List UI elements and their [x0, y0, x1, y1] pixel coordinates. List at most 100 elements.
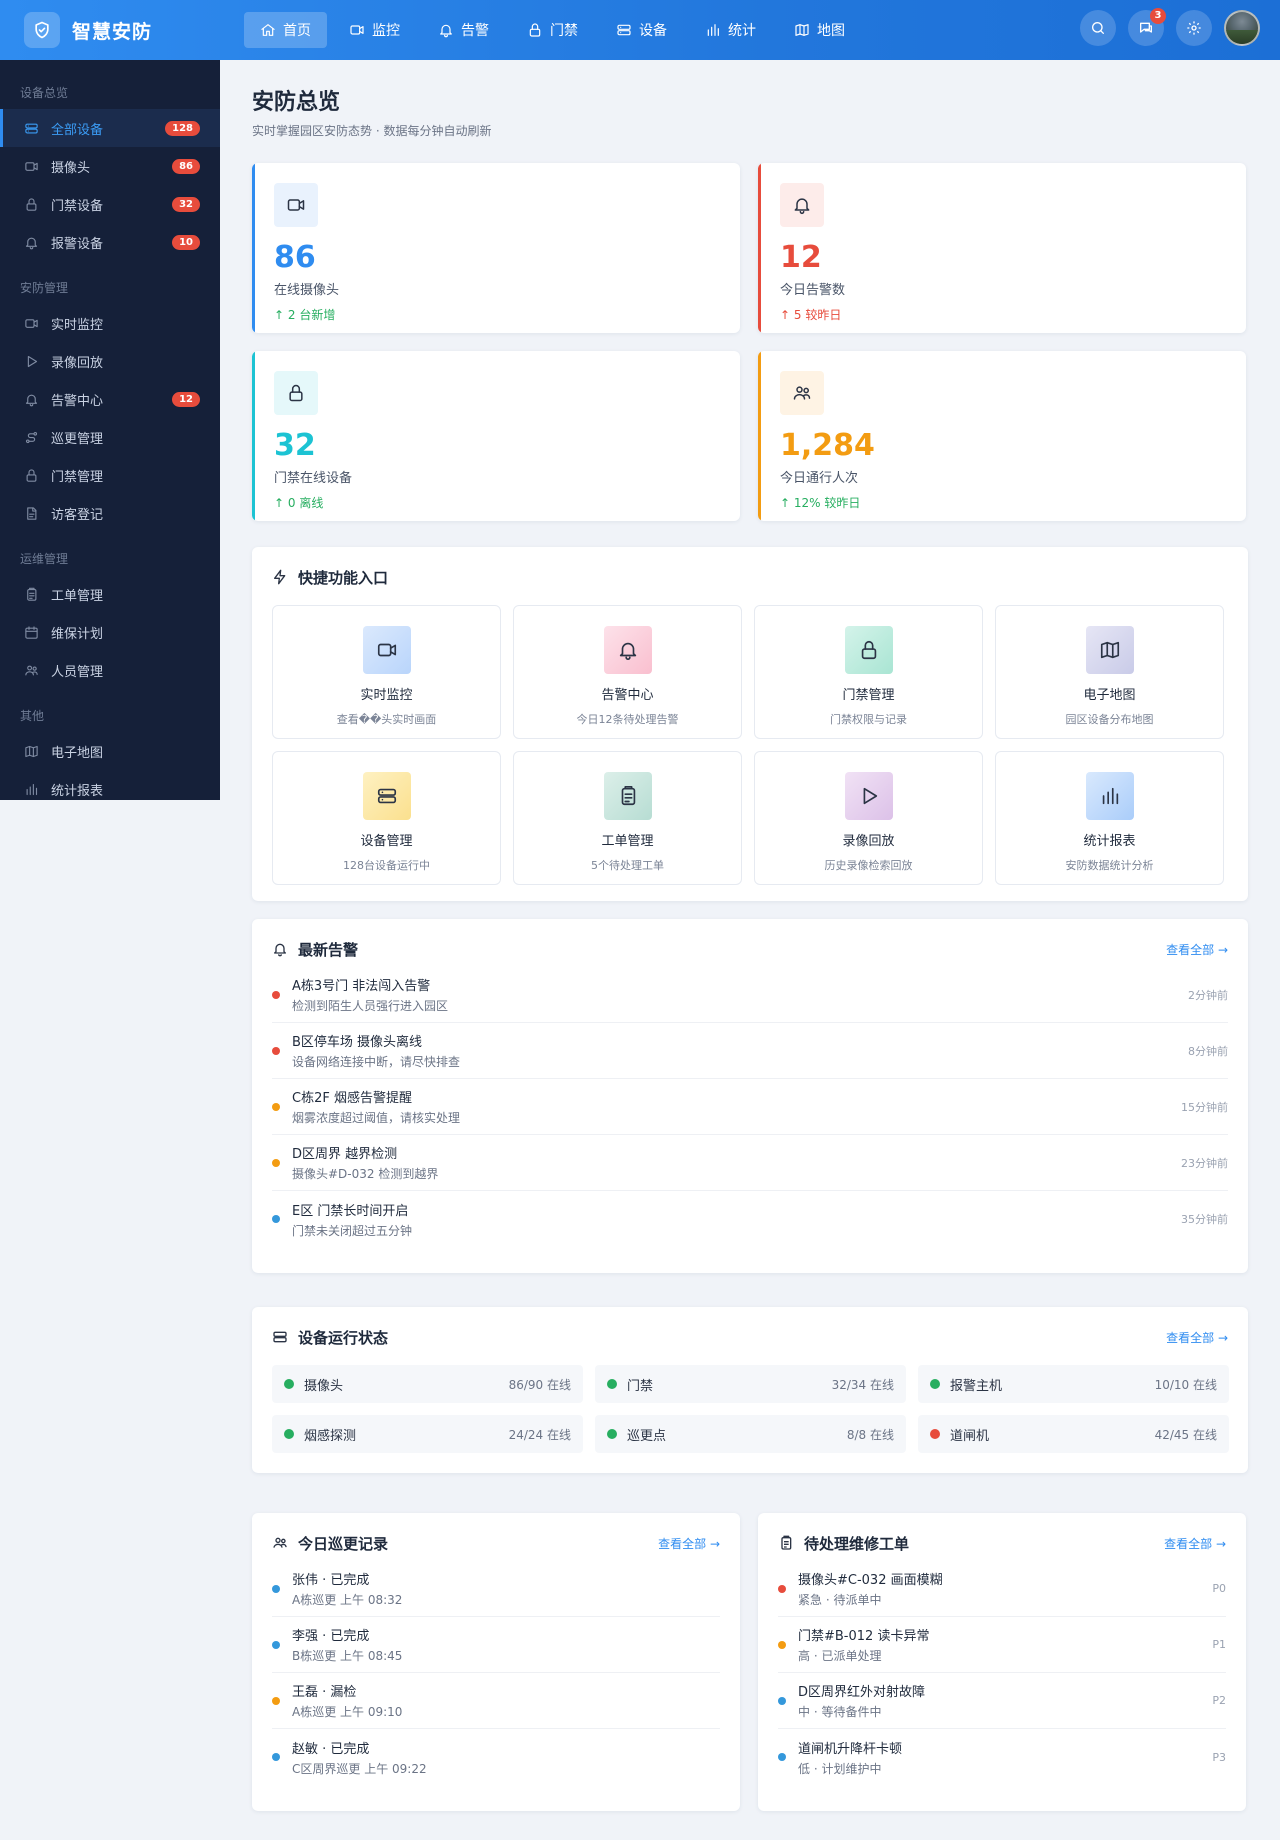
- count-badge: 86: [172, 158, 200, 174]
- device-status-item[interactable]: 门禁 32/34 在线: [595, 1365, 906, 1403]
- quick-access-grid: 实时监控 查看��头实时画面 告警中心 今日12条待处理告警 门禁管理 门禁权限与记录 电子…: [272, 605, 1228, 885]
- status-dot: [930, 1379, 940, 1389]
- list-item-subtitle: A栋巡更 上午 09:10: [292, 1705, 403, 1719]
- device-count: 42/45 在线: [1154, 1427, 1217, 1442]
- nav-item-home[interactable]: 首页: [244, 12, 327, 48]
- sidebar-item-label: 电子地图: [51, 745, 104, 761]
- status-dot: [272, 1046, 280, 1055]
- quick-access-card[interactable]: 工单管理 5个待处理工单: [513, 751, 742, 885]
- list-item-text: C栋2F 烟感告警提醒 烟雾浓度超过阈值，请核实处理: [292, 1087, 1181, 1126]
- list-item[interactable]: C栋2F 烟感告警提醒 烟雾浓度超过阈值，请核实处理 15分钟前: [272, 1079, 1228, 1135]
- quick-access-title: 电子地图: [1083, 688, 1136, 703]
- sidebar-item[interactable]: 报警设备 10: [0, 223, 220, 261]
- list-item[interactable]: 张伟 · 已完成 A栋巡更 上午 08:32: [272, 1561, 720, 1617]
- nav-item-label: 统计: [728, 23, 756, 39]
- stat-value: 1,284: [780, 428, 875, 463]
- alerts-view-all-link[interactable]: 查看全部 →: [1166, 941, 1228, 958]
- devices-view-all-link[interactable]: 查看全部 →: [1166, 1329, 1228, 1346]
- brand[interactable]: 智慧安防: [0, 12, 244, 48]
- list-item[interactable]: A栋3号门 非法闯入告警 检测到陌生人员强行进入园区 2分钟前: [272, 967, 1228, 1023]
- sidebar-item[interactable]: 全部设备 128: [0, 109, 220, 147]
- sidebar-item[interactable]: 巡更管理: [0, 418, 220, 456]
- sidebar-item[interactable]: 录像回放: [0, 342, 220, 380]
- sidebar-item[interactable]: 电子地图: [0, 732, 220, 770]
- sidebar-item[interactable]: 工单管理: [0, 575, 220, 613]
- sidebar-item[interactable]: 维保计划: [0, 613, 220, 651]
- sidebar-item[interactable]: 门禁设备 32: [0, 185, 220, 223]
- device-status-item[interactable]: 烟感探测 24/24 在线: [272, 1415, 583, 1453]
- sidebar-item[interactable]: 摄像头 86: [0, 147, 220, 185]
- list-item-text: 李强 · 已完成 B栋巡更 上午 08:45: [292, 1625, 720, 1664]
- device-status-item[interactable]: 摄像头 86/90 在线: [272, 1365, 583, 1403]
- quick-access-card[interactable]: 实时监控 查看��头实时画面: [272, 605, 501, 739]
- bottom-panels: 今日巡更记录 查看全部 → 张伟 · 已完成 A栋巡更 上午 08:32 李强 · …: [252, 1513, 1248, 1811]
- quick-access-desc: 安防数据统计分析: [1065, 859, 1154, 872]
- top-nav: 首页 监控 告警 门禁 设备 统计 地图: [244, 12, 861, 48]
- sidebar-item[interactable]: 门禁管理: [0, 456, 220, 494]
- list-item[interactable]: 王磊 · 漏检 A栋巡更 上午 09:10: [272, 1673, 720, 1729]
- nav-item-video[interactable]: 监控: [333, 12, 416, 48]
- list-item[interactable]: B区停车场 摄像头离线 设备网络连接中断，请尽快排查 8分钟前: [272, 1023, 1228, 1079]
- sidebar-item-label: 告警中心: [51, 393, 104, 409]
- list-item[interactable]: 门禁#B-012 读卡异常高 · 已派单处理 P1: [778, 1617, 1226, 1673]
- bell-icon: [272, 941, 288, 957]
- list-item-title: C栋2F 烟感告警提醒: [292, 1091, 412, 1106]
- stat-card[interactable]: 32 门禁在线设备 ↑ 0 离线: [252, 351, 740, 521]
- list-item[interactable]: D区周界 越界检测 摄像头#D-032 检测到越界 23分钟前: [272, 1135, 1228, 1191]
- users-icon: [780, 371, 824, 415]
- messages-button[interactable]: 3: [1128, 8, 1166, 46]
- list-item[interactable]: 道闸机升降杆卡顿低 · 计划维护中 P3: [778, 1729, 1226, 1785]
- nav-item-lock[interactable]: 门禁: [511, 12, 594, 48]
- lock-icon: [527, 22, 543, 38]
- quick-access-title: 实时监控: [360, 688, 413, 703]
- list-item[interactable]: 赵敏 · 已完成 C区周界巡更 上午 09:22: [272, 1729, 720, 1785]
- count-badge: 128: [165, 120, 200, 136]
- patrol-view-all-link[interactable]: 查看全部 →: [658, 1535, 720, 1552]
- search-button[interactable]: [1080, 10, 1116, 46]
- sidebar-section-title: 其他: [20, 709, 45, 723]
- quick-access-card[interactable]: 电子地图 园区设备分布地图: [995, 605, 1224, 739]
- status-dot: [284, 1429, 294, 1439]
- home-icon: [260, 22, 276, 38]
- nav-item-label: 监控: [372, 23, 400, 39]
- list-item[interactable]: 李强 · 已完成 B栋巡更 上午 08:45: [272, 1617, 720, 1673]
- stat-card[interactable]: 1,284 今日通行人次 ↑ 12% 较昨日: [758, 351, 1246, 521]
- top-bar: 智慧安防 首页 监控 告警 门禁 设备 统计 地图 3: [0, 0, 1280, 60]
- settings-button[interactable]: [1176, 10, 1212, 46]
- quick-access-card[interactable]: 告警中心 今日12条待处理告警: [513, 605, 742, 739]
- stat-card[interactable]: 12 今日告警数 ↑ 5 较昨日: [758, 163, 1246, 333]
- list-item[interactable]: 摄像头#C-032 画面模糊 紧急 · 待派单中 P0: [778, 1561, 1226, 1617]
- device-status-item[interactable]: 报警主机 10/10 在线: [918, 1365, 1229, 1403]
- play-icon: [844, 772, 893, 820]
- users-icon: [272, 1535, 288, 1551]
- sidebar-item[interactable]: 实时监控: [0, 304, 220, 342]
- list-item-text: 摄像头#C-032 画面模糊 紧急 · 待派单中: [798, 1569, 1212, 1608]
- workorders-view-all-link[interactable]: 查看全部 →: [1164, 1535, 1226, 1552]
- quick-access-card[interactable]: 统计报表 安防数据统计分析: [995, 751, 1224, 885]
- sidebar-item[interactable]: 告警中心 12: [0, 380, 220, 418]
- status-dot: [607, 1379, 617, 1389]
- nav-item-bar-chart[interactable]: 统计: [689, 12, 772, 48]
- quick-access-card[interactable]: 录像回放 历史录像检索回放: [754, 751, 983, 885]
- list-item-title: 道闸机升降杆卡顿: [798, 1741, 903, 1757]
- sidebar-item[interactable]: 统计报表: [0, 770, 220, 808]
- avatar[interactable]: [1224, 10, 1260, 46]
- device-count: 32/34 在线: [831, 1377, 894, 1392]
- quick-access-card[interactable]: 门禁管理 门禁权限与记录: [754, 605, 983, 739]
- device-status-item[interactable]: 巡更点 8/8 在线: [595, 1415, 906, 1453]
- nav-item-server[interactable]: 设备: [600, 12, 683, 48]
- main-content: 安防总览 实时掌握园区安防态势 · 数据每分钟自动刷新 86 在线摄像头 ↑ 2 台…: [252, 60, 1248, 1811]
- stat-card[interactable]: 86 在线摄像头 ↑ 2 台新增: [252, 163, 740, 333]
- nav-item-map[interactable]: 地图: [778, 12, 861, 48]
- quick-access-card[interactable]: 设备管理 128台设备运行中: [272, 751, 501, 885]
- list-item[interactable]: E区 门禁长时间开启 门禁未关闭超过五分钟 35分钟前: [272, 1191, 1228, 1247]
- stat-value: 86: [274, 240, 316, 275]
- priority-label: P0: [1212, 1582, 1226, 1595]
- device-status-item[interactable]: 道闸机 42/45 在线: [918, 1415, 1229, 1453]
- nav-item-bell[interactable]: 告警: [422, 12, 505, 48]
- list-item-text: 门禁#B-012 读卡异常高 · 已派单处理: [798, 1625, 1212, 1664]
- sidebar-item[interactable]: 人员管理: [0, 651, 220, 689]
- sidebar-item-label: 巡更管理: [51, 431, 104, 447]
- sidebar-item[interactable]: 访客登记: [0, 494, 220, 532]
- list-item[interactable]: D区周界红外对射故障中 · 等待备件中 P2: [778, 1673, 1226, 1729]
